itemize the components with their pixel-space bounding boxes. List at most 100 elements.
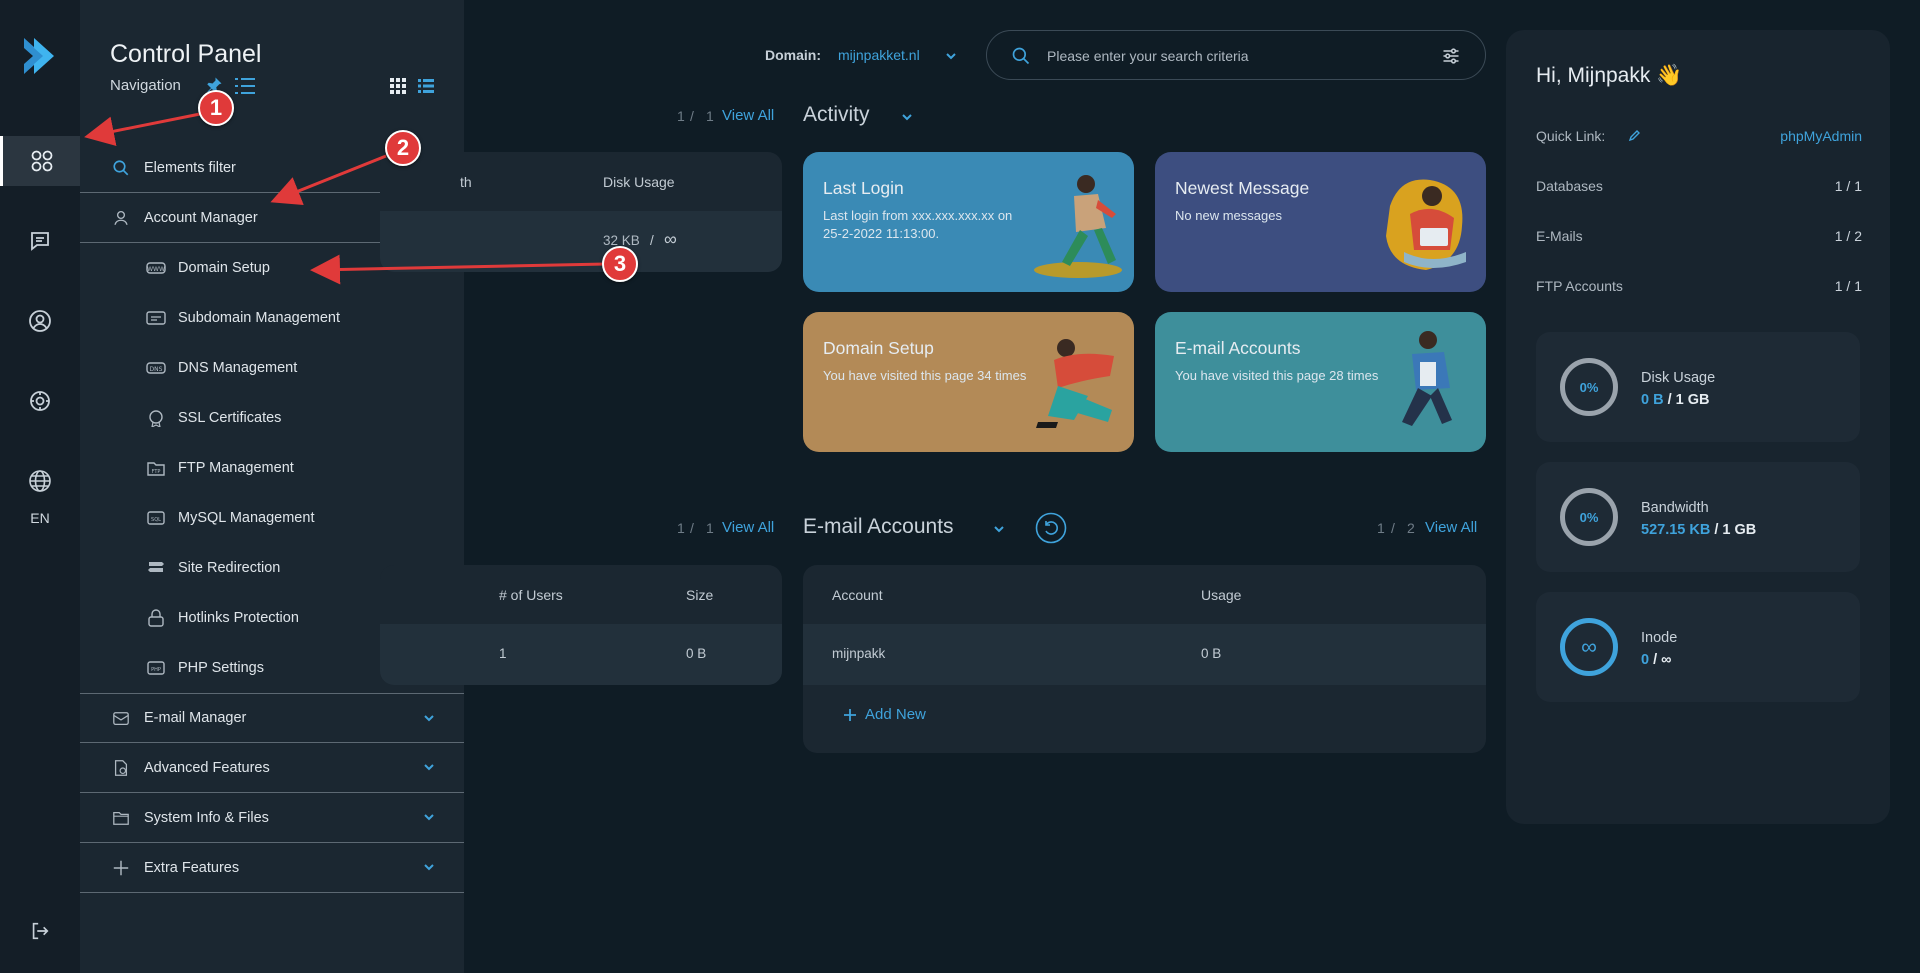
- nav-section-e-mail-manager[interactable]: E-mail Manager: [80, 693, 464, 743]
- domain-label: Domain:: [765, 47, 821, 63]
- email-accounts-card[interactable]: E-mail Accounts You have visited this pa…: [1155, 312, 1486, 452]
- ftp-icon: FTP: [147, 462, 165, 476]
- language-rail-button[interactable]: [0, 456, 80, 506]
- email-counter-total: 2: [1407, 520, 1415, 536]
- account-summary-panel: Hi, Mijnpakk 👋 Quick Link: phpMyAdmin Da…: [1506, 30, 1890, 824]
- bandwidth-label: Bandwidth: [1641, 500, 1709, 516]
- chevron-down-icon: [424, 715, 434, 722]
- card-text: You have visited this page 28 times: [1175, 368, 1379, 383]
- nav-item-mysql-management[interactable]: SQL MySQL Management: [80, 493, 464, 543]
- account-manager-label: Account Manager: [144, 209, 258, 226]
- inode-ring: ∞: [1560, 618, 1618, 676]
- logo-icon[interactable]: [18, 34, 62, 78]
- disk-usage-limit: ∞: [664, 229, 677, 249]
- disk-total: 1 GB: [1675, 392, 1710, 408]
- domains-counter-current: 1: [677, 108, 685, 124]
- ftp-accounts-label: FTP Accounts: [1536, 278, 1623, 294]
- card-title: Last Login: [823, 178, 904, 198]
- ftp-counter-total: 1: [706, 520, 714, 536]
- chevron-down-icon[interactable]: [900, 110, 914, 124]
- list-view-icon[interactable]: [418, 78, 434, 94]
- usage-value: 0 B: [1201, 646, 1222, 661]
- inode-label: Inode: [1641, 630, 1678, 646]
- email-view-all-link[interactable]: View All: [1425, 519, 1477, 536]
- add-new-label: Add New: [865, 706, 926, 723]
- emails-label: E-Mails: [1536, 228, 1583, 244]
- email-counter-current: 1: [1377, 520, 1385, 536]
- domain-setup-card[interactable]: Domain Setup You have visited this page …: [803, 312, 1134, 452]
- table-row[interactable]: 1 0 B: [380, 624, 782, 685]
- quick-link-label: Quick Link:: [1536, 128, 1606, 144]
- pencil-icon[interactable]: [1628, 130, 1640, 142]
- nav-item-label: SSL Certificates: [178, 410, 282, 426]
- nav-item-ssl-certificates[interactable]: SSL Certificates: [80, 393, 464, 443]
- newest-message-card[interactable]: Newest Message No new messages: [1155, 152, 1486, 292]
- svg-text:PHP: PHP: [151, 667, 161, 673]
- panel-title: Control Panel: [110, 40, 262, 68]
- callout-3: 3: [602, 246, 638, 282]
- column-header-size: Size: [686, 587, 714, 603]
- inode-sep: /: [1653, 652, 1658, 668]
- subdomain-icon: [146, 311, 166, 325]
- search-input[interactable]: Please enter your search criteria: [1047, 48, 1249, 64]
- refresh-icon[interactable]: [1035, 512, 1067, 544]
- search-bar[interactable]: Please enter your search criteria: [986, 30, 1486, 80]
- svg-text:WWW: WWW: [147, 266, 165, 273]
- nav-item-label: Domain Setup: [178, 260, 270, 276]
- svg-text:DNS: DNS: [150, 366, 163, 373]
- column-header-users: # of Users: [499, 587, 563, 603]
- card-title: E-mail Accounts: [1175, 338, 1301, 358]
- dashboard-rail-button[interactable]: [0, 136, 80, 186]
- domain-selector[interactable]: mijnpakket.nl: [838, 47, 920, 63]
- last-login-card[interactable]: Last Login Last login from xxx.xxx.xxx.x…: [803, 152, 1134, 292]
- chat-icon: [31, 232, 49, 251]
- navigation-label: Navigation: [110, 77, 181, 94]
- bandwidth-sep: /: [1714, 522, 1719, 538]
- list-icon[interactable]: [233, 76, 257, 96]
- user-circle-icon: [29, 310, 51, 332]
- nav-item-label: MySQL Management: [178, 510, 315, 526]
- nav-item-subdomain-management[interactable]: Subdomain Management: [80, 293, 464, 343]
- nav-item-label: Site Redirection: [178, 560, 281, 576]
- language-code[interactable]: EN: [0, 510, 80, 526]
- account-rail-button[interactable]: [0, 296, 80, 346]
- nav-section-label: System Info & Files: [144, 809, 269, 826]
- svg-text:FTP: FTP: [152, 469, 161, 475]
- nav-section-system-info-files[interactable]: System Info & Files: [80, 793, 464, 843]
- nav-section-label: E-mail Manager: [144, 710, 247, 726]
- nav-section-extra-features[interactable]: Extra Features: [80, 843, 464, 893]
- logout-rail-button[interactable]: [0, 906, 80, 956]
- disk-usage-stat: 0% Disk Usage 0 B / 1 GB: [1536, 332, 1860, 442]
- chevron-down-icon[interactable]: [992, 522, 1006, 536]
- advanced-icon: [114, 760, 128, 776]
- nav-item-dns-management[interactable]: DNS DNS Management: [80, 343, 464, 393]
- table-row[interactable]: mijnpakk 0 B: [803, 624, 1486, 685]
- disk-used: 0 B: [1641, 392, 1664, 408]
- dns-icon: DNS: [146, 362, 166, 374]
- domains-table: th Disk Usage 32 KB / ∞: [380, 152, 782, 272]
- quick-link-value[interactable]: phpMyAdmin: [1780, 128, 1862, 144]
- sql-icon: SQL: [147, 511, 165, 525]
- settings-rail-button[interactable]: [0, 376, 80, 426]
- callout-1: 1: [198, 90, 234, 126]
- domains-view-all-link[interactable]: View All: [722, 107, 774, 124]
- filter-settings-icon[interactable]: [1441, 46, 1461, 66]
- nav-item-ftp-management[interactable]: FTP FTP Management: [80, 443, 464, 493]
- card-title: Newest Message: [1175, 178, 1310, 198]
- ftp-counter-current: 1: [677, 520, 685, 536]
- card-text: Last login from xxx.xxx.xxx.xx on 25-2-2…: [823, 208, 1013, 241]
- nav-section-advanced-features[interactable]: Advanced Features: [80, 743, 464, 793]
- nav-item-label: FTP Management: [178, 460, 294, 476]
- callout-2: 2: [385, 130, 421, 166]
- domains-counter-sep: /: [690, 108, 694, 124]
- ftp-view-all-link[interactable]: View All: [722, 519, 774, 536]
- add-new-button[interactable]: Add New: [843, 706, 926, 723]
- domains-counter-total: 1: [706, 108, 714, 124]
- chevron-down-icon[interactable]: [945, 50, 957, 62]
- column-header-account: Account: [832, 587, 883, 603]
- column-header-usage: Usage: [1201, 587, 1242, 603]
- databases-value: 1 / 1: [1834, 178, 1862, 194]
- messages-rail-button[interactable]: [0, 216, 80, 266]
- table-row[interactable]: 32 KB / ∞: [380, 211, 782, 272]
- grid-view-icon[interactable]: [390, 78, 406, 94]
